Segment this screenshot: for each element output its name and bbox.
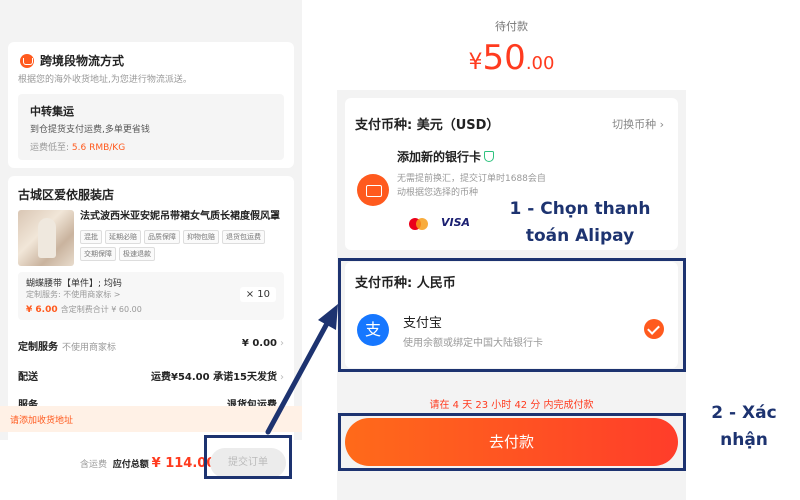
add-address-bar[interactable]: 请添加收货地址 (0, 406, 302, 432)
shipping-title: 跨境段物流方式 (40, 54, 125, 68)
shop-name[interactable]: 古城区爱依服装店 (18, 186, 114, 203)
product-tag: 品质保障 (144, 230, 180, 244)
custom-service-value: ¥ 0.00 (241, 338, 277, 349)
payment-summary: 待付款 ¥50.00 (337, 0, 686, 90)
product-title[interactable]: 法式波西米亚安妮吊带裙女气质长裙度假风罩 (80, 210, 288, 224)
product-tag: 极速退款 (119, 247, 155, 261)
sku-subtotal: 含定制费合计 ¥ 60.00 (60, 305, 142, 314)
chevron-right-icon: › (280, 338, 284, 349)
bank-card-icon (357, 174, 389, 206)
amount-decimal: .00 (525, 53, 555, 74)
product-tag: 延期必赔 (105, 230, 141, 244)
shipping-icon (20, 54, 34, 68)
custom-service-row[interactable]: 定制服务 不使用商家标 ¥ 0.00 › (18, 338, 284, 353)
mastercard-icon (407, 216, 431, 232)
switch-currency-label: 切换币种 (612, 118, 657, 131)
delivery-row[interactable]: 配送 运费¥54.00 承诺15天发货 › (18, 368, 284, 383)
shipping-option-desc: 到仓提货支付运费,多单更省钱 (30, 125, 150, 135)
add-address-prompt: 请添加收货地址 (10, 416, 74, 426)
payment-deadline: 请在 4 天 23 小时 42 分 内完成付款 (429, 400, 594, 411)
add-bank-card-label: 添加新的银行卡 (397, 150, 482, 164)
order-total: 含运费 应付总额 ¥ 114.00 (80, 456, 215, 471)
amount-integer: 50 (482, 38, 526, 78)
shipping-price-value: 5.6 RMB/KG (71, 143, 126, 153)
submit-highlight-box (204, 435, 292, 479)
product-tag: 交期保障 (80, 247, 116, 261)
delivery-label: 配送 (18, 372, 38, 383)
product-tag: 抑物包赔 (183, 230, 219, 244)
shipping-option-price: 运费低至: 5.6 RMB/KG (30, 140, 125, 153)
add-bank-card-option[interactable]: 添加新的银行卡 (397, 148, 495, 165)
pay-highlight-box (338, 413, 686, 471)
product-tags: 混批 延期必赔 品质保障 抑物包赔 退货包运费 交期保障 极速退款 (80, 230, 290, 261)
custom-service-label: 定制服务 (18, 342, 58, 353)
sku-price-value: ¥ 6.00 (26, 305, 58, 315)
visa-icon: VISA (441, 216, 471, 229)
product-tag: 混批 (80, 230, 102, 244)
total-label: 应付总额 (112, 460, 149, 470)
shipping-included-note: 含运费 (80, 460, 108, 470)
usd-currency-label: 支付币种: 美元（USD） (355, 118, 500, 133)
chevron-right-icon: › (659, 118, 664, 131)
delivery-fee: 运费¥54.00 (151, 372, 210, 383)
shipping-option-title: 中转集运 (30, 105, 74, 118)
quantity-stepper[interactable]: × 10 (239, 287, 276, 302)
product-tag: 退货包运费 (222, 230, 265, 244)
product-thumbnail[interactable] (18, 210, 74, 266)
shipping-method-card: 跨境段物流方式 根据您的海外收货地址,为您进行物流派送。 中转集运 到仓提货支付… (8, 42, 294, 168)
pending-payment-label: 待付款 (495, 20, 528, 33)
shipping-price-label: 运费低至: (30, 143, 72, 153)
amount-currency: ¥ (468, 50, 483, 75)
sku-item: 蝴蝶腰带【单件】; 均码 定制服务: 不使用商家标 > ¥ 6.00 含定制费合… (18, 272, 284, 320)
step2-annotation: 2 - Xác nhận (711, 403, 777, 450)
delivery-promise: 承诺15天发货 (213, 372, 277, 383)
alipay-highlight-box (338, 258, 686, 372)
custom-service-sub: 不使用商家标 (62, 343, 117, 353)
sku-custom-service[interactable]: 定制服务: 不使用商家标 > (26, 289, 120, 300)
shield-icon (484, 151, 495, 162)
shipping-option-transit[interactable]: 中转集运 到仓提货支付运费,多单更省钱 运费低至: 5.6 RMB/KG (18, 94, 284, 160)
sku-price: ¥ 6.00 含定制费合计 ¥ 60.00 (26, 304, 142, 315)
step1-annotation: 1 - Chọn thanh toán Alipay (509, 199, 651, 246)
switch-currency-link[interactable]: 切换币种 › (612, 116, 664, 132)
payment-amount: ¥50.00 (337, 38, 686, 78)
shipping-subtitle: 根据您的海外收货地址,为您进行物流派送。 (18, 75, 192, 85)
sku-name: 蝴蝶腰带【单件】; 均码 (26, 279, 122, 289)
order-confirm-panel: 跨境段物流方式 根据您的海外收货地址,为您进行物流派送。 中转集运 到仓提货支付… (0, 0, 302, 500)
chevron-right-icon: › (280, 372, 284, 383)
